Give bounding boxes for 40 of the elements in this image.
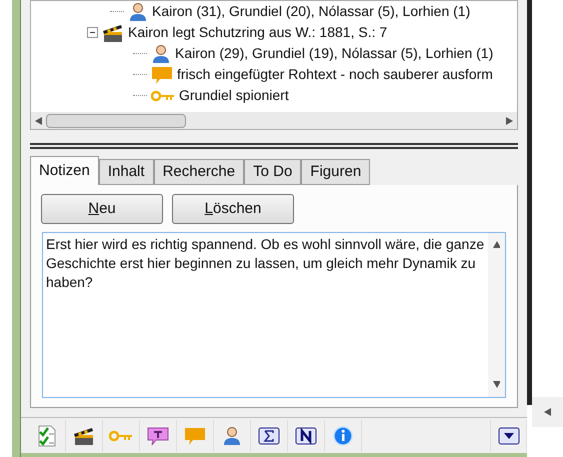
clapperboard-icon [73,426,95,446]
t-bubble-icon [147,426,169,446]
horizontal-scrollbar[interactable] [31,112,517,129]
sigma-icon [258,426,280,444]
speech-bubble-icon [184,426,206,446]
tree-item-label[interactable]: Kairon (31), Grundiel (20), Nólassar (5), Lorhien (1) [152,1,470,22]
checklist-icon [37,424,57,446]
note-text: Erst hier wird es richtig spannend. Ob es wohl sinnvoll wäre, die ganze Geschichte erst hier beginnen zu lassen, um gleich mehr Dynamik zu haben? [45,235,486,292]
scroll-left-button[interactable] [532,397,563,427]
person-icon [222,426,242,446]
collapse-toggle[interactable] [87,27,98,38]
speech-bubble-icon [151,64,173,84]
dropdown-icon [498,426,520,444]
tab[interactable]: Inhalt [98,159,154,185]
tree-item-label[interactable]: frisch eingefügter Rohtext - noch sauberer ausform [177,64,493,85]
scroll-left-icon [544,408,551,416]
tree-item-label[interactable]: Kairon legt Schutzring aus W.: 1881, S.: 7 [128,22,388,43]
scroll-up-icon [493,241,500,249]
key-icon [109,428,133,442]
tree-item-label[interactable]: Grundiel spioniert [179,85,289,106]
info-icon [333,426,353,446]
key-icon [151,88,175,102]
tab[interactable]: Figuren [301,159,370,185]
vertical-scrollbar[interactable] [488,233,505,397]
dropdown-button[interactable] [490,420,527,452]
person-icon [151,44,171,64]
person-icon [128,2,148,22]
tab[interactable]: To Do [244,159,302,185]
button[interactable]: Löschen [172,194,294,224]
tree-item-label[interactable]: Kairon (29), Grundiel (19), Nólassar (5), Lorhien (1) [175,43,494,64]
button[interactable]: Neu [41,194,163,224]
tab[interactable]: Notizen [30,156,99,185]
scroll-right-icon [506,116,513,124]
notes-field[interactable]: Erst hier wird es richtig spannend. Ob es wohl sinnvoll wäre, die ganze Geschichte erst hier beginnen zu lassen, um gleich mehr Dynamik zu haben? [42,232,506,398]
scroll-left-icon [35,116,42,124]
clapperboard-icon [102,22,124,42]
n-square-icon [295,426,317,444]
scroll-down-icon [493,381,500,389]
tab[interactable]: Recherche [154,159,244,185]
scroll-thumb[interactable] [46,114,186,128]
